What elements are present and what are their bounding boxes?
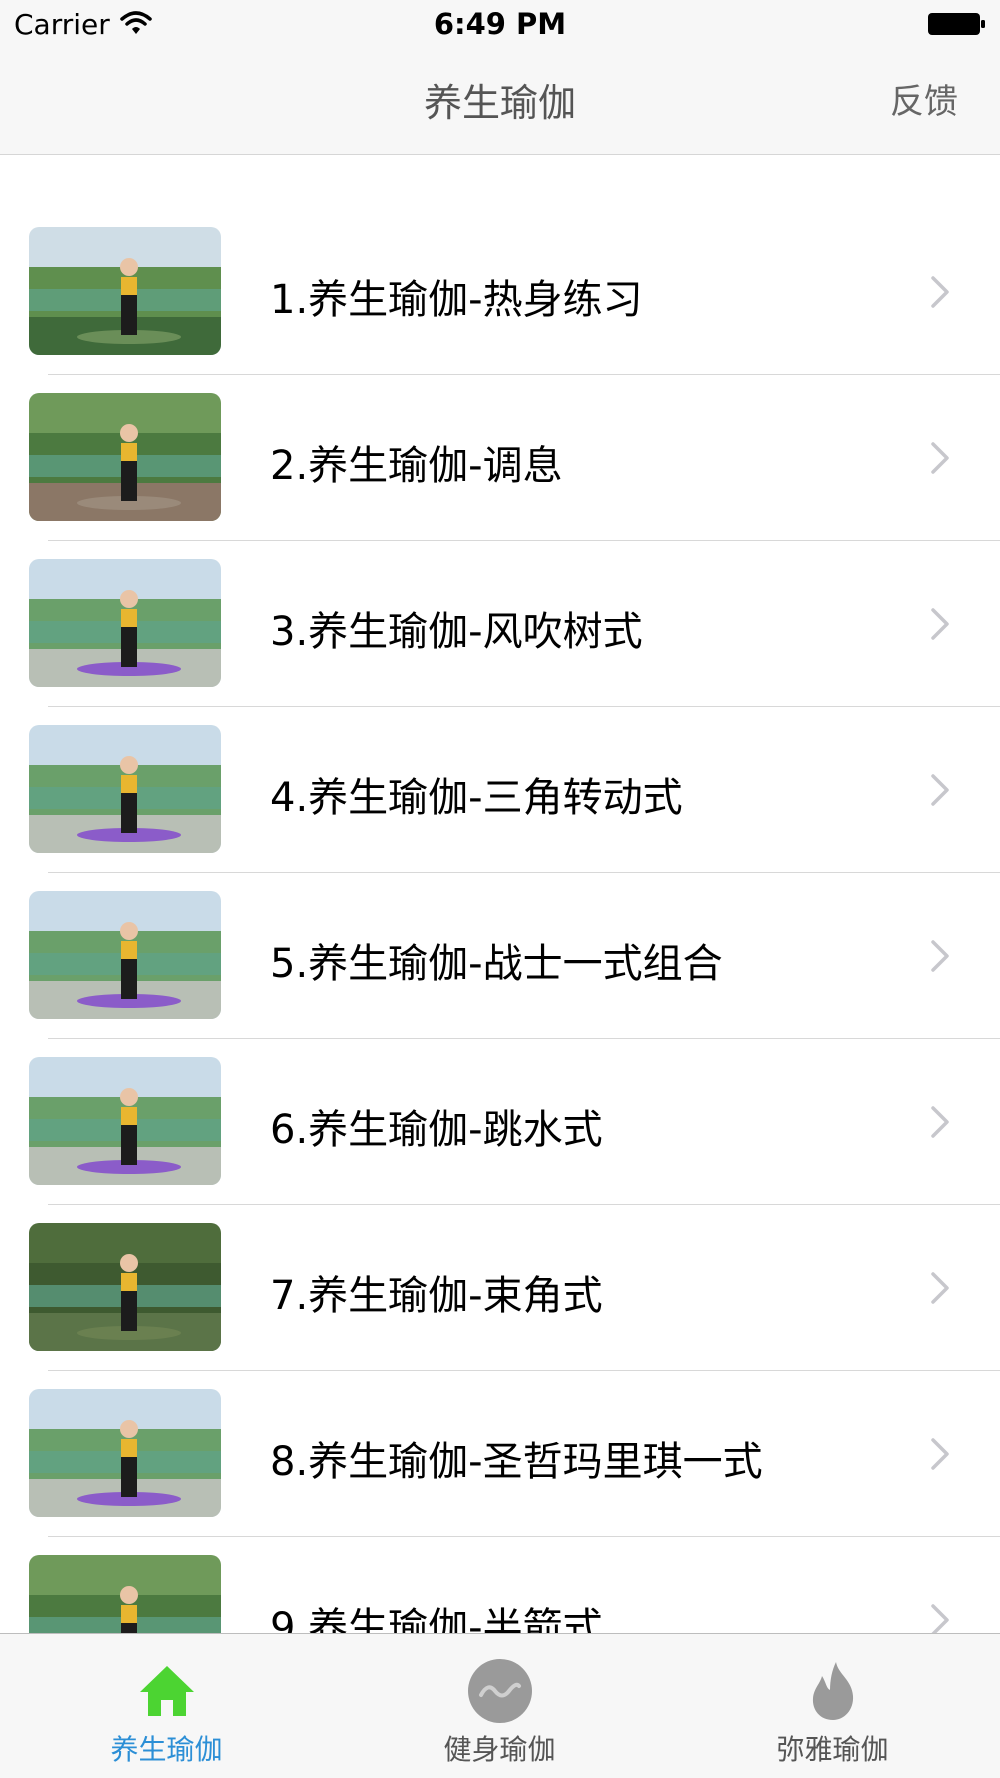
video-thumbnail	[29, 559, 221, 687]
tab-fitness-yoga[interactable]: 健身瑜伽	[333, 1634, 666, 1778]
list-item[interactable]: 3.养生瑜伽-风吹树式	[0, 541, 1000, 707]
chevron-right-icon	[931, 1604, 949, 1633]
lesson-list[interactable]: 1.养生瑜伽-热身练习 2.养生瑜伽-调息 3.养生瑜伽-风吹树式 4.养生瑜伽-三角…	[0, 155, 1000, 1633]
status-bar: Carrier 6:49 PM	[0, 0, 1000, 50]
thumbnail-image	[29, 725, 221, 853]
list-item[interactable]: 2.养生瑜伽-调息	[0, 375, 1000, 541]
list-item[interactable]: 6.养生瑜伽-跳水式	[0, 1039, 1000, 1205]
navigation-bar: 养生瑜伽 反馈	[0, 50, 1000, 155]
chevron-right-icon	[931, 1106, 949, 1138]
lesson-title: 9.养生瑜伽-半箭式	[270, 1605, 603, 1633]
list-item[interactable]: 7.养生瑜伽-束角式	[0, 1205, 1000, 1371]
video-thumbnail	[29, 1223, 221, 1351]
thumbnail-image	[29, 227, 221, 355]
list-item[interactable]: 8.养生瑜伽-圣哲玛里琪一式	[0, 1371, 1000, 1537]
chevron-right-icon	[931, 1438, 949, 1470]
thumbnail-image	[29, 1057, 221, 1185]
tab-miya-yoga[interactable]: 弥雅瑜伽	[666, 1634, 999, 1778]
chevron-right-icon	[931, 608, 949, 640]
thumbnail-image	[29, 1555, 221, 1633]
video-thumbnail	[29, 227, 221, 355]
status-time: 6:49 PM	[433, 7, 567, 41]
list-item[interactable]: 1.养生瑜伽-热身练习	[0, 209, 1000, 375]
chevron-right-icon	[931, 940, 949, 972]
flame-icon	[812, 1662, 854, 1720]
lesson-title: 2.养生瑜伽-调息	[270, 443, 563, 489]
lesson-title: 8.养生瑜伽-圣哲玛里琪一式	[270, 1439, 763, 1485]
lesson-title: 1.养生瑜伽-热身练习	[270, 277, 643, 323]
list-item[interactable]: 9.养生瑜伽-半箭式	[0, 1537, 1000, 1633]
lesson-title: 6.养生瑜伽-跳水式	[270, 1107, 603, 1153]
video-thumbnail	[29, 1057, 221, 1185]
lesson-title: 3.养生瑜伽-风吹树式	[270, 609, 643, 655]
tab-label: 健身瑜伽	[443, 1733, 556, 1766]
home-icon	[140, 1666, 194, 1716]
chevron-right-icon	[931, 442, 949, 474]
chevron-right-icon	[931, 1272, 949, 1304]
tab-label: 养生瑜伽	[110, 1733, 223, 1766]
lesson-title: 5.养生瑜伽-战士一式组合	[270, 941, 723, 987]
feedback-button[interactable]: 反馈	[890, 74, 958, 123]
wave-icon	[468, 1659, 532, 1723]
tab-yangsheng-yoga[interactable]: 养生瑜伽	[0, 1634, 333, 1778]
video-thumbnail	[29, 1555, 221, 1633]
thumbnail-image	[29, 891, 221, 1019]
list-item[interactable]: 5.养生瑜伽-战士一式组合	[0, 873, 1000, 1039]
video-thumbnail	[29, 1389, 221, 1517]
app-screen: Carrier 6:49 PM 养生瑜伽 反馈 1.养生瑜伽-热身练习 2.养生瑜…	[0, 0, 1000, 1778]
lesson-title: 4.养生瑜伽-三角转动式	[270, 775, 683, 821]
thumbnail-image	[29, 393, 221, 521]
tab-label: 弥雅瑜伽	[776, 1733, 889, 1766]
thumbnail-image	[29, 1389, 221, 1517]
lesson-title: 7.养生瑜伽-束角式	[270, 1273, 603, 1319]
chevron-right-icon	[931, 276, 949, 308]
lesson-list-content: 1.养生瑜伽-热身练习 2.养生瑜伽-调息 3.养生瑜伽-风吹树式 4.养生瑜伽-三角…	[0, 209, 1000, 1633]
tab-bar: 养生瑜伽 健身瑜伽 弥雅瑜伽	[0, 1633, 1000, 1778]
video-thumbnail	[29, 393, 221, 521]
thumbnail-image	[29, 1223, 221, 1351]
page-title: 养生瑜伽	[423, 81, 576, 125]
chevron-right-icon	[931, 774, 949, 806]
thumbnail-image	[29, 559, 221, 687]
battery-icon	[928, 13, 985, 35]
video-thumbnail	[29, 725, 221, 853]
video-thumbnail	[29, 891, 221, 1019]
list-item[interactable]: 4.养生瑜伽-三角转动式	[0, 707, 1000, 873]
